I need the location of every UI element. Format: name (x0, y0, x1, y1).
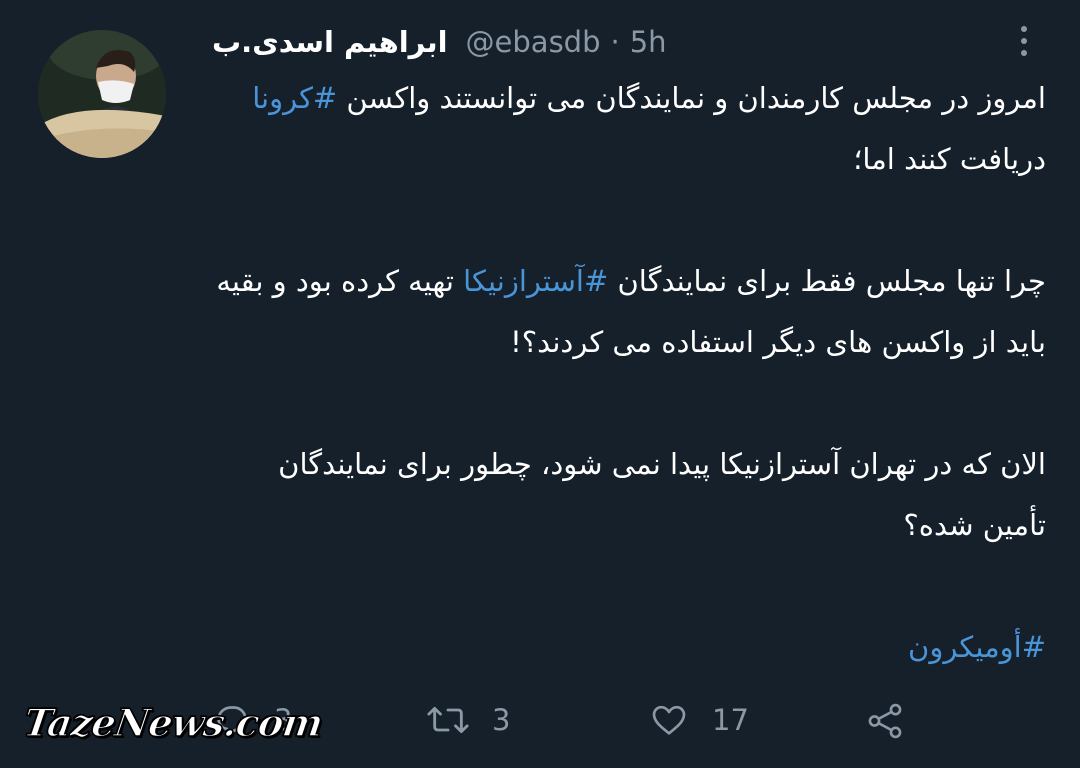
paragraph-text: چرا تنها مجلس فقط برای نمایندگان (608, 264, 1047, 298)
like-button[interactable]: 17 (648, 700, 749, 740)
paragraph-text: دریافت کنند اما؛ (853, 142, 1046, 176)
retweet-button[interactable]: 3 (426, 700, 510, 740)
more-dot (1021, 26, 1027, 32)
like-count: 17 (712, 703, 749, 737)
heart-icon (652, 705, 686, 735)
paragraph-text: الان که در تهران آسترازنیکا پیدا نمی شود… (278, 447, 1046, 542)
share-button[interactable] (862, 700, 908, 742)
tweet-text: امروز در مجلس کارمندان و نمایندگان می تو… (206, 68, 1046, 678)
author-handle[interactable]: @ebasdb (466, 25, 601, 59)
tweet-paragraph-3: الان که در تهران آسترازنیکا پیدا نمی شود… (206, 434, 1046, 556)
tweet-paragraph-2: چرا تنها مجلس فقط برای نمایندگان #آستراز… (206, 251, 1046, 373)
tweet-header: ابراهیم اسدی.ب @ebasdb · 5h (212, 22, 667, 62)
hashtag-astrazeneca[interactable]: #آسترازنیکا (463, 264, 608, 298)
tweet-timestamp[interactable]: 5h (630, 25, 667, 59)
hashtag-corona[interactable]: #کرونا (252, 81, 337, 115)
hashtag-omicron[interactable]: #أومیکرون (908, 630, 1046, 664)
tweet-paragraph-1: امروز در مجلس کارمندان و نمایندگان می تو… (206, 68, 1046, 190)
paragraph-text: امروز در مجلس کارمندان و نمایندگان می تو… (337, 81, 1046, 115)
retweet-icon (427, 706, 469, 734)
retweet-count: 3 (492, 703, 511, 737)
more-options-icon[interactable] (1016, 26, 1032, 56)
avatar-photo (38, 30, 166, 158)
more-dot (1021, 50, 1027, 56)
share-icon (868, 703, 902, 739)
avatar[interactable] (38, 30, 166, 158)
separator-dot: · (610, 25, 620, 59)
tweet-paragraph-4: #أومیکرون (206, 617, 1046, 678)
watermark-logo: TazeNews.com (20, 699, 326, 746)
more-dot (1021, 38, 1027, 44)
author-display-name[interactable]: ابراهیم اسدی.ب (212, 25, 448, 59)
